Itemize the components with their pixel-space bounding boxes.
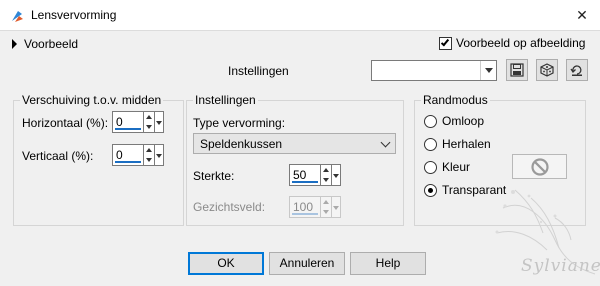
checkmark-icon bbox=[440, 37, 450, 46]
no-color-icon bbox=[530, 157, 549, 176]
strength-input[interactable]: 50 bbox=[289, 164, 321, 186]
close-button[interactable]: ✕ bbox=[570, 4, 594, 26]
edge-option-wrap-label: Omloop bbox=[442, 114, 485, 128]
down-arrow-icon bbox=[146, 158, 152, 162]
up-arrow-icon bbox=[146, 148, 152, 152]
preset-combobox[interactable] bbox=[371, 60, 497, 81]
horizontal-spinner[interactable]: 0 bbox=[112, 111, 164, 133]
title-bar: Lensvervorming ✕ bbox=[0, 0, 600, 31]
vertical-dropdown[interactable] bbox=[155, 144, 164, 166]
distortion-type-select[interactable]: Speldenkussen bbox=[193, 133, 396, 154]
field-of-view-input: 100 bbox=[289, 196, 321, 218]
randomize-button[interactable] bbox=[536, 59, 558, 81]
vertical-label: Verticaal (%): bbox=[22, 149, 94, 163]
preview-on-image-checkbox[interactable] bbox=[439, 36, 452, 50]
strength-value: 50 bbox=[293, 168, 307, 182]
horizontal-label: Horizontaal (%): bbox=[22, 116, 109, 130]
field-of-view-stepper bbox=[321, 196, 332, 218]
preview-expander[interactable]: Voorbeeld bbox=[12, 36, 78, 52]
edge-radio-repeat[interactable] bbox=[424, 137, 437, 151]
save-preset-icon bbox=[510, 63, 524, 77]
distortion-type-label: Type vervorming: bbox=[193, 116, 286, 130]
down-arrow-icon bbox=[146, 125, 152, 129]
ok-button[interactable]: OK bbox=[188, 252, 264, 275]
up-arrow-icon bbox=[146, 115, 152, 119]
strength-spinner[interactable]: 50 bbox=[289, 164, 341, 186]
vertical-input[interactable]: 0 bbox=[112, 144, 144, 166]
vertical-spinner[interactable]: 0 bbox=[112, 144, 164, 166]
preview-on-image-label: Voorbeeld op afbeelding bbox=[456, 36, 586, 50]
strength-label: Sterkte: bbox=[193, 169, 235, 183]
field-of-view-label: Gezichtsveld: bbox=[193, 200, 266, 214]
chevron-down-icon bbox=[380, 137, 391, 148]
save-preset-button[interactable] bbox=[506, 59, 528, 81]
field-of-view-value: 100 bbox=[293, 200, 314, 214]
up-arrow-icon bbox=[323, 168, 329, 172]
vertical-stepper[interactable] bbox=[144, 144, 155, 166]
preview-toggle-label: Voorbeeld bbox=[24, 37, 79, 51]
up-arrow-icon bbox=[323, 200, 329, 204]
edge-color-swatch[interactable] bbox=[512, 154, 567, 179]
vertical-value: 0 bbox=[116, 148, 123, 162]
presets-label: Instellingen bbox=[228, 64, 289, 78]
down-arrow-icon bbox=[323, 210, 329, 214]
down-arrow-icon bbox=[323, 178, 329, 182]
randomize-dice-icon bbox=[540, 63, 554, 77]
chevron-down-icon[interactable] bbox=[480, 61, 496, 80]
edge-mode-group-title: Randmodus bbox=[421, 93, 490, 107]
field-of-view-dropdown bbox=[332, 196, 341, 218]
help-button[interactable]: Help bbox=[350, 252, 426, 275]
horizontal-dropdown[interactable] bbox=[155, 111, 164, 133]
window-title: Lensvervorming bbox=[31, 8, 117, 22]
distortion-type-value: Speldenkussen bbox=[200, 137, 283, 151]
edge-option-repeat-label: Herhalen bbox=[442, 137, 491, 151]
settings-group-title: Instellingen bbox=[193, 93, 258, 107]
edge-radio-transparent[interactable] bbox=[424, 183, 437, 197]
strength-dropdown[interactable] bbox=[332, 164, 341, 186]
preview-on-image-option[interactable]: Voorbeeld op afbeelding bbox=[439, 36, 585, 50]
edge-option-color-label: Kleur bbox=[442, 160, 471, 174]
edge-option-repeat[interactable]: Herhalen bbox=[424, 136, 491, 152]
app-palette-icon bbox=[12, 11, 23, 22]
expand-triangle-icon bbox=[12, 39, 17, 49]
reset-default-icon bbox=[570, 65, 582, 76]
offset-group-title: Verschuiving t.o.v. midden bbox=[20, 93, 164, 107]
horizontal-value: 0 bbox=[116, 115, 123, 129]
edge-radio-wrap[interactable] bbox=[424, 114, 437, 128]
field-of-view-spinner: 100 bbox=[289, 196, 341, 218]
watermark-signature: Sylviane bbox=[521, 256, 600, 276]
horizontal-stepper[interactable] bbox=[144, 111, 155, 133]
reset-default-button[interactable] bbox=[566, 59, 588, 81]
edge-option-wrap[interactable]: Omloop bbox=[424, 113, 484, 129]
cancel-button[interactable]: Annuleren bbox=[269, 252, 345, 275]
horizontal-input[interactable]: 0 bbox=[112, 111, 144, 133]
edge-option-color[interactable]: Kleur bbox=[424, 159, 470, 175]
edge-radio-color[interactable] bbox=[424, 160, 437, 174]
strength-stepper[interactable] bbox=[321, 164, 332, 186]
